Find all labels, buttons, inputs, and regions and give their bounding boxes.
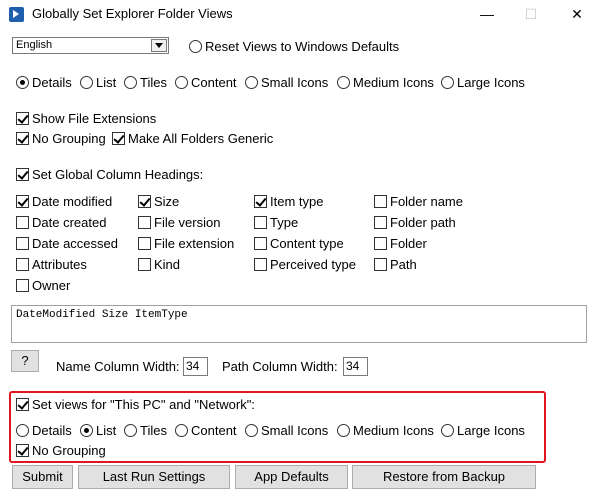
- col-perceived-type-checkbox[interactable]: [254, 258, 267, 271]
- col-attributes-label: Attributes: [32, 257, 87, 272]
- col-file-extension-checkbox[interactable]: [138, 237, 151, 250]
- view-small-icons-radio[interactable]: [245, 76, 258, 89]
- col-content-type-label: Content type: [270, 236, 344, 251]
- col-type-label: Type: [270, 215, 299, 230]
- pc-view-medium-icons-radio[interactable]: [337, 424, 350, 437]
- pc-view-details-label: Details: [32, 423, 72, 438]
- pc-view-large-icons-radio[interactable]: [441, 424, 454, 437]
- col-folder-name-label: Folder name: [390, 194, 463, 209]
- col-folder-label: Folder: [390, 236, 427, 251]
- view-list-label: List: [96, 75, 117, 90]
- pc-no-grouping-label: No Grouping: [32, 443, 106, 458]
- pc-view-small-icons-radio[interactable]: [245, 424, 258, 437]
- pc-view-content-radio[interactable]: [175, 424, 188, 437]
- col-content-type-checkbox[interactable]: [254, 237, 267, 250]
- maximize-button[interactable]: ☐: [508, 0, 554, 28]
- col-folder-path-checkbox[interactable]: [374, 216, 387, 229]
- col-date-created-label: Date created: [32, 215, 107, 230]
- pc-no-grouping-checkbox[interactable]: [16, 444, 29, 457]
- pc-view-large-icons-label: Large Icons: [457, 423, 525, 438]
- minimize-button[interactable]: —: [464, 0, 510, 28]
- col-kind-label: Kind: [154, 257, 181, 272]
- view-content-radio[interactable]: [175, 76, 188, 89]
- path-width-label: Path Column Width:: [222, 359, 338, 374]
- show-file-extensions-label: Show File Extensions: [32, 111, 157, 126]
- reset-radio[interactable]: [189, 40, 202, 53]
- col-file-version-label: File version: [154, 215, 221, 230]
- name-width-label: Name Column Width:: [56, 359, 180, 374]
- app-defaults-button[interactable]: App Defaults: [235, 465, 348, 489]
- view-medium-icons-radio[interactable]: [337, 76, 350, 89]
- pc-view-medium-icons-label: Medium Icons: [353, 423, 434, 438]
- column-headings-label: Set Global Column Headings:: [32, 167, 204, 182]
- name-width-input[interactable]: 34: [183, 357, 208, 376]
- chevron-down-icon[interactable]: [151, 39, 167, 52]
- col-date-accessed-label: Date accessed: [32, 236, 118, 251]
- language-value: English: [16, 39, 53, 51]
- this-pc-checkbox[interactable]: [16, 398, 29, 411]
- this-pc-label: Set views for "This PC" and "Network":: [32, 397, 255, 412]
- no-grouping-label: No Grouping: [32, 131, 106, 146]
- pc-view-small-icons-label: Small Icons: [261, 423, 329, 438]
- col-folder-path-label: Folder path: [390, 215, 456, 230]
- submit-button[interactable]: Submit: [12, 465, 73, 489]
- make-generic-checkbox[interactable]: [112, 132, 125, 145]
- path-width-input[interactable]: 34: [343, 357, 368, 376]
- column-headings-checkbox[interactable]: [16, 168, 29, 181]
- pc-view-tiles-radio[interactable]: [124, 424, 137, 437]
- make-generic-label: Make All Folders Generic: [128, 131, 274, 146]
- restore-from-backup-button[interactable]: Restore from Backup: [352, 465, 536, 489]
- col-path-checkbox[interactable]: [374, 258, 387, 271]
- reset-label: Reset Views to Windows Defaults: [205, 39, 400, 54]
- column-list-textarea[interactable]: DateModified Size ItemType: [11, 305, 587, 343]
- view-tiles-label: Tiles: [140, 75, 167, 90]
- view-medium-icons-label: Medium Icons: [353, 75, 434, 90]
- col-date-created-checkbox[interactable]: [16, 216, 29, 229]
- col-folder-checkbox[interactable]: [374, 237, 387, 250]
- pc-view-tiles-label: Tiles: [140, 423, 167, 438]
- close-button[interactable]: ✕: [554, 0, 600, 28]
- view-large-icons-radio[interactable]: [441, 76, 454, 89]
- view-tiles-radio[interactable]: [124, 76, 137, 89]
- col-attributes-checkbox[interactable]: [16, 258, 29, 271]
- col-path-label: Path: [390, 257, 417, 272]
- col-date-accessed-checkbox[interactable]: [16, 237, 29, 250]
- col-file-extension-label: File extension: [154, 236, 235, 251]
- last-run-settings-button[interactable]: Last Run Settings: [78, 465, 230, 489]
- col-size-checkbox[interactable]: [138, 195, 151, 208]
- col-item-type-checkbox[interactable]: [254, 195, 267, 208]
- title-bar: Globally Set Explorer Folder Views — ☐ ✕: [0, 0, 600, 28]
- help-button[interactable]: ?: [11, 350, 39, 372]
- col-size-label: Size: [154, 194, 180, 209]
- col-perceived-type-label: Perceived type: [270, 257, 356, 272]
- col-file-version-checkbox[interactable]: [138, 216, 151, 229]
- show-file-extensions-checkbox[interactable]: [16, 112, 29, 125]
- view-large-icons-label: Large Icons: [457, 75, 525, 90]
- powershell-icon: [9, 7, 24, 22]
- view-details-label: Details: [32, 75, 72, 90]
- col-owner-checkbox[interactable]: [16, 279, 29, 292]
- view-details-radio[interactable]: [16, 76, 29, 89]
- col-type-checkbox[interactable]: [254, 216, 267, 229]
- window-title: Globally Set Explorer Folder Views: [32, 6, 233, 21]
- view-list-radio[interactable]: [80, 76, 93, 89]
- pc-view-details-radio[interactable]: [16, 424, 29, 437]
- pc-view-list-radio[interactable]: [80, 424, 93, 437]
- col-kind-checkbox[interactable]: [138, 258, 151, 271]
- col-date-modified-checkbox[interactable]: [16, 195, 29, 208]
- pc-view-list-label: List: [96, 423, 117, 438]
- view-content-label: Content: [191, 75, 237, 90]
- pc-view-content-label: Content: [191, 423, 237, 438]
- view-small-icons-label: Small Icons: [261, 75, 329, 90]
- col-folder-name-checkbox[interactable]: [374, 195, 387, 208]
- col-date-modified-label: Date modified: [32, 194, 113, 209]
- language-select[interactable]: English: [12, 37, 169, 54]
- no-grouping-checkbox[interactable]: [16, 132, 29, 145]
- col-item-type-label: Item type: [270, 194, 324, 209]
- col-owner-label: Owner: [32, 278, 71, 293]
- main-window: Globally Set Explorer Folder Views — ☐ ✕…: [0, 0, 600, 500]
